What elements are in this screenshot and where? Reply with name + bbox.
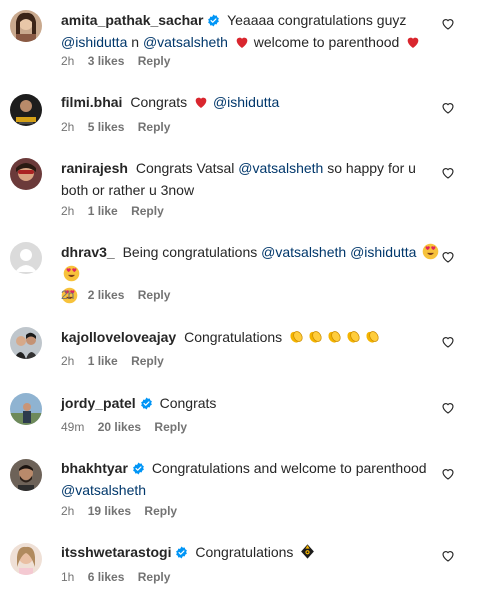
red-heart-emoji xyxy=(195,97,207,108)
heart-outline-icon[interactable] xyxy=(441,335,455,349)
comment-likes[interactable]: 19 likes xyxy=(88,504,131,518)
comment-mention[interactable]: @vatsalsheth xyxy=(238,160,323,176)
comment-body: itsshwetarastogi Congratulations xyxy=(61,541,444,563)
comment-text: Congrats xyxy=(159,395,217,411)
comment-likes[interactable]: 6 likes xyxy=(88,570,125,584)
comment-meta: 1h 6 likes Reply xyxy=(61,569,180,585)
comment-likes[interactable]: 1 like xyxy=(88,204,118,218)
reply-button[interactable]: Reply xyxy=(138,120,171,134)
comment-likes[interactable]: 2 likes xyxy=(88,288,125,302)
reply-button[interactable]: Reply xyxy=(131,354,164,368)
heart-eyes-emoji xyxy=(423,243,439,260)
comment-username[interactable]: kajolloveloveajay xyxy=(61,329,176,345)
comment-time[interactable]: 2h xyxy=(61,204,74,218)
avatar[interactable] xyxy=(10,242,42,274)
heart-outline-icon[interactable] xyxy=(441,401,455,415)
reply-button[interactable]: Reply xyxy=(144,504,177,518)
reply-button[interactable]: Reply xyxy=(138,570,171,584)
clapping-hands-emoji xyxy=(366,331,379,343)
comment-meta: 2h 1 like Reply xyxy=(61,353,174,369)
comment-meta: 2h 3 likes Reply xyxy=(61,53,180,69)
comment-likes[interactable]: 5 likes xyxy=(88,120,125,134)
evil-eye-emoji xyxy=(301,544,315,559)
comment-username[interactable]: filmi.bhai xyxy=(61,94,122,110)
avatar[interactable] xyxy=(10,393,42,425)
heart-outline-icon[interactable] xyxy=(441,250,455,264)
comment-meta: 49m 20 likes Reply xyxy=(61,419,197,435)
comment-username[interactable]: dhrav3_ xyxy=(61,244,115,260)
comment-username[interactable]: itsshwetarastogi xyxy=(61,544,171,560)
comment-body: filmi.bhai Congrats @ishidutta xyxy=(61,91,444,113)
comment-time[interactable]: 2h xyxy=(61,54,74,68)
heart-eyes-emoji xyxy=(63,265,80,282)
comment-time[interactable]: 2h xyxy=(61,504,74,518)
comment-mention[interactable]: @ishidutta xyxy=(350,244,416,260)
verified-badge-icon xyxy=(208,14,220,27)
reply-button[interactable]: Reply xyxy=(138,288,171,302)
avatar[interactable] xyxy=(10,459,42,491)
comment-text: Yeaaaa congratulations guyz xyxy=(227,12,407,28)
verified-badge-icon xyxy=(176,546,188,559)
comment-mention[interactable]: @ishidutta xyxy=(61,34,127,50)
comment-text: Congratulations xyxy=(184,329,283,345)
comment-text: Congrats xyxy=(130,94,188,110)
reply-button[interactable]: Reply xyxy=(138,54,171,68)
comment-text: welcome to parenthood xyxy=(253,34,400,50)
heart-outline-icon[interactable] xyxy=(441,166,455,180)
comment-meta: 2h 1 like Reply xyxy=(61,203,174,219)
comment-text: Being congratulations xyxy=(122,244,258,260)
comment-body: jordy_patel Congrats xyxy=(61,392,444,414)
heart-outline-icon[interactable] xyxy=(441,17,455,31)
comment-likes[interactable]: 20 likes xyxy=(98,420,141,434)
avatar[interactable] xyxy=(10,543,42,575)
comment-time[interactable]: 2h xyxy=(61,354,74,368)
comment-body: bhakhtyar Congratulations and welcome to… xyxy=(61,457,444,501)
verified-badge-icon xyxy=(133,462,144,475)
comment-username[interactable]: bhakhtyar xyxy=(61,460,128,476)
clapping-hands-emoji xyxy=(290,331,303,343)
comment-mention[interactable]: @vatsalsheth xyxy=(143,34,228,50)
comment-time[interactable]: 1h xyxy=(61,570,74,584)
comment-time[interactable]: 2h xyxy=(61,120,74,134)
comment-time[interactable]: 2h xyxy=(61,288,74,302)
comment-meta: 2h 5 likes Reply xyxy=(61,119,180,135)
comment-username[interactable]: ranirajesh xyxy=(61,160,128,176)
avatar[interactable] xyxy=(10,158,42,190)
avatar[interactable] xyxy=(10,94,42,126)
comment-mention[interactable]: @ishidutta xyxy=(213,94,279,110)
comment-mention[interactable]: @vatsalsheth xyxy=(61,482,146,498)
comment-text: n xyxy=(131,34,140,50)
comment-time[interactable]: 49m xyxy=(61,420,84,434)
red-heart-emoji xyxy=(236,37,248,48)
comment-body: ranirajesh Congrats Vatsal @vatsalsheth … xyxy=(61,157,444,201)
comment-text: Congrats Vatsal xyxy=(135,160,235,176)
comment-body: kajolloveloveajay Congratulations xyxy=(61,326,444,348)
comment-meta: 2h 19 likes Reply xyxy=(61,503,187,519)
comment-text: Congratulations xyxy=(195,544,294,560)
comment-meta: 2h 2 likes Reply xyxy=(61,287,180,303)
reply-button[interactable]: Reply xyxy=(154,420,187,434)
comment-username[interactable]: amita_pathak_sachar xyxy=(61,12,203,28)
comment-mention[interactable]: @vatsalsheth xyxy=(261,244,346,260)
comment-text: Congratulations and welcome to parenthoo… xyxy=(151,460,427,476)
avatar[interactable] xyxy=(10,10,42,42)
verified-badge-icon xyxy=(140,397,152,410)
heart-outline-icon[interactable] xyxy=(441,549,455,563)
clapping-hands-emoji xyxy=(347,331,360,343)
comment-likes[interactable]: 1 like xyxy=(88,354,118,368)
comment-likes[interactable]: 3 likes xyxy=(88,54,125,68)
clapping-hands-emoji xyxy=(309,331,322,343)
clapping-hands-emoji xyxy=(328,331,341,343)
heart-outline-icon[interactable] xyxy=(441,101,455,115)
red-heart-emoji xyxy=(407,37,419,48)
avatar[interactable] xyxy=(10,327,42,359)
heart-outline-icon[interactable] xyxy=(441,467,455,481)
reply-button[interactable]: Reply xyxy=(131,204,164,218)
comment-body: amita_pathak_sachar Yeaaaa congratulatio… xyxy=(61,9,444,53)
comment-username[interactable]: jordy_patel xyxy=(61,395,136,411)
